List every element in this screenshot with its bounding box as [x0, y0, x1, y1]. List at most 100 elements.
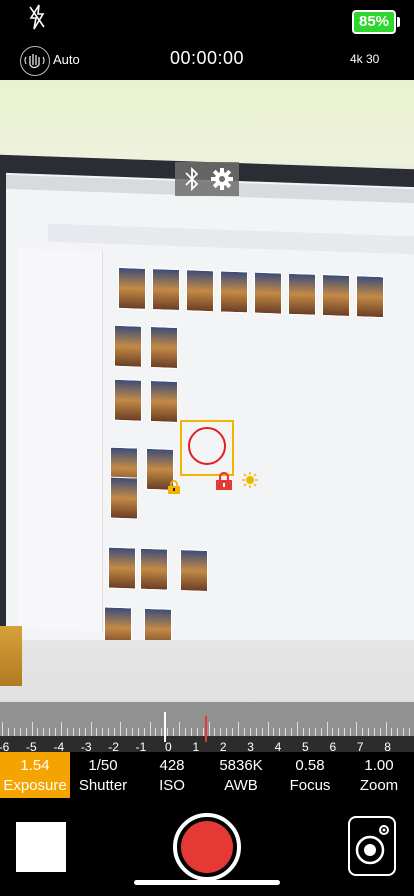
- camera-switch-icon[interactable]: [348, 816, 396, 876]
- dial-tick: [255, 728, 257, 736]
- focus-value: 0.58: [295, 757, 325, 774]
- awb-value: 5836K: [219, 757, 263, 774]
- record-timer: 00:00:00: [169, 48, 245, 68]
- dial-tick: [314, 728, 316, 736]
- dial-tick: [2, 722, 3, 736]
- plant-pot: [0, 626, 22, 686]
- awb-control[interactable]: 5836K AWB: [206, 752, 276, 798]
- dial-tick: [344, 728, 346, 736]
- dial-tick: [249, 728, 251, 736]
- dial-tick: [302, 728, 304, 736]
- dial-tick: [261, 728, 263, 736]
- dial-tick: [90, 722, 92, 736]
- dial-center-marker: [164, 712, 166, 742]
- dial-tick: [326, 722, 328, 736]
- dial-tick: [385, 722, 387, 736]
- dial-tick: [279, 728, 281, 736]
- dial-tick: [155, 728, 157, 736]
- exposure-value: 1.54: [20, 757, 50, 774]
- dial-tick: [267, 722, 269, 736]
- sun-icon[interactable]: [242, 472, 258, 488]
- dial-tick: [214, 728, 216, 736]
- dial-tick: [409, 728, 411, 736]
- shutter-value: 1/50: [88, 757, 118, 774]
- dial-tick: [25, 728, 27, 736]
- home-indicator: [134, 880, 280, 885]
- dial-tick: [114, 728, 116, 736]
- dial-tick: [238, 722, 239, 736]
- exposure-circle[interactable]: [188, 427, 226, 465]
- dial-tick: [356, 722, 357, 736]
- dial-tick: [7, 728, 9, 736]
- last-capture-thumbnail[interactable]: [16, 822, 66, 872]
- dial-tick: [96, 728, 98, 736]
- zoom-control[interactable]: 1.00 Zoom: [344, 752, 414, 798]
- dial-tick: [379, 728, 381, 736]
- zoom-label: Zoom: [359, 777, 399, 794]
- hand-stabilization-icon[interactable]: [20, 46, 50, 76]
- dial-tick: [196, 728, 198, 736]
- focus-control[interactable]: 0.58 Focus: [275, 752, 345, 798]
- bluetooth-icon[interactable]: [182, 166, 202, 192]
- dial-tick: [184, 728, 186, 736]
- iso-label: ISO: [159, 777, 185, 794]
- shutter-control[interactable]: 1/50 Shutter: [68, 752, 138, 798]
- dial-tick: [37, 728, 39, 736]
- dial-tick: [220, 728, 222, 736]
- dial-tick: [173, 728, 175, 736]
- exposure-control[interactable]: 1.54 Exposure: [0, 752, 70, 798]
- dial-tick: [102, 728, 104, 736]
- dial-tick: [131, 728, 133, 736]
- dial-tick: [273, 728, 275, 736]
- record-button-core[interactable]: [181, 821, 233, 873]
- dial-tick: [13, 728, 15, 736]
- dial-tick: [308, 728, 310, 736]
- dial-tick: [31, 722, 33, 736]
- battery-nub: [397, 17, 400, 27]
- dial-tick: [291, 728, 293, 736]
- camera-viewfinder[interactable]: [0, 80, 414, 736]
- dial-tick: [161, 728, 163, 736]
- dial-tick: [332, 728, 334, 736]
- dial-tick: [338, 728, 340, 736]
- dial-tick: [243, 728, 245, 736]
- dial-tick: [78, 728, 80, 736]
- iso-control[interactable]: 428 ISO: [137, 752, 207, 798]
- shutter-label: Shutter: [78, 777, 128, 794]
- dial-tick: [350, 728, 352, 736]
- lock-icon[interactable]: [214, 472, 234, 490]
- dial-tick: [43, 728, 45, 736]
- gear-icon[interactable]: [210, 167, 234, 191]
- dial-tick: [61, 722, 62, 736]
- dial-tick: [66, 728, 68, 736]
- dial-tick: [72, 728, 74, 736]
- dial-tick: [55, 728, 57, 736]
- dial-tick: [179, 722, 180, 736]
- zoom-value: 1.00: [364, 757, 394, 774]
- video-format-button[interactable]: 4k 30: [350, 52, 379, 66]
- stabilization-label[interactable]: Auto: [53, 52, 80, 67]
- focus-label: Focus: [289, 777, 331, 794]
- dial-tick: [125, 728, 127, 736]
- dial-tick: [232, 728, 234, 736]
- dial-tick: [361, 728, 363, 736]
- dial-tick: [285, 728, 287, 736]
- dial-tick: [84, 728, 86, 736]
- flash-off-icon[interactable]: [28, 4, 46, 30]
- dial-current-marker: [205, 716, 207, 742]
- exposure-label: Exposure: [3, 777, 67, 794]
- dial-tick: [391, 728, 393, 736]
- dial-tick: [190, 728, 192, 736]
- dial-tick: [137, 728, 139, 736]
- lock-icon[interactable]: [166, 480, 182, 494]
- dial-tick: [120, 722, 121, 736]
- dial-tick: [108, 728, 110, 736]
- dial-tick: [167, 728, 169, 736]
- dial-tick: [397, 728, 399, 736]
- dial-tick: [143, 728, 145, 736]
- dial-tick: [49, 728, 51, 736]
- dial-tick: [403, 728, 405, 736]
- dial-tick: [373, 728, 375, 736]
- dial-tick: [297, 722, 298, 736]
- dial-tick: [367, 728, 369, 736]
